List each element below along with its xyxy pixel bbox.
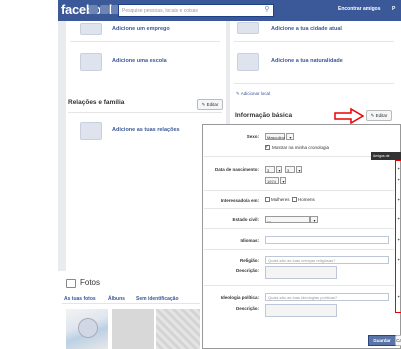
- chevron-down-icon[interactable]: ▾: [276, 166, 282, 173]
- basic-info-heading: Informação básica: [235, 112, 293, 119]
- women-label: Mulheres: [271, 197, 290, 202]
- divider: [204, 285, 394, 286]
- photo-thumbnail[interactable]: [112, 309, 154, 349]
- friend-requests-icon[interactable]: [89, 5, 98, 14]
- privacy-icon[interactable]: ✦: [397, 177, 400, 182]
- men-checkbox[interactable]: [292, 197, 297, 202]
- chevron-down-icon[interactable]: ▾: [280, 177, 286, 184]
- search-icon[interactable]: ⚲: [262, 5, 272, 15]
- interested-in-label: Interessado/a em:: [220, 198, 259, 203]
- privacy-icon[interactable]: ✦: [397, 166, 400, 171]
- divider: [204, 249, 394, 250]
- find-friends-link[interactable]: Encontrar amigos: [338, 6, 381, 12]
- politics-input[interactable]: Quais são as tuas ideologias políticas?: [265, 293, 389, 301]
- birth-date-label: Data de nascimento:: [214, 167, 259, 172]
- privacy-icon[interactable]: ✦: [397, 294, 400, 299]
- chevron-down-icon[interactable]: ▾: [296, 166, 302, 173]
- privacy-icon[interactable]: ✦: [397, 216, 400, 221]
- add-place-link[interactable]: ✎ Adicionar local: [236, 91, 270, 97]
- messages-icon[interactable]: [100, 5, 109, 14]
- religion-description-textarea[interactable]: [265, 266, 337, 279]
- sex-select[interactable]: Masculino: [265, 133, 285, 140]
- save-button[interactable]: Guardar: [368, 335, 396, 346]
- home-link[interactable]: P: [392, 6, 395, 12]
- civil-status-label: Estado civil:: [232, 217, 259, 222]
- add-school-link[interactable]: Adicione uma escola: [112, 58, 167, 64]
- privacy-icon[interactable]: ✦: [397, 197, 400, 202]
- divider: [204, 208, 394, 209]
- photo-thumbnail[interactable]: [156, 309, 200, 349]
- religion-label: Religião:: [239, 258, 259, 263]
- birth-day-select[interactable]: 3: [265, 166, 275, 173]
- search-input[interactable]: Pesquise pessoas, locais e coisas: [118, 4, 274, 17]
- chevron-down-icon[interactable]: ▾: [310, 216, 318, 223]
- religion-input[interactable]: Quais são as tuas crenças religiosas?: [265, 256, 389, 264]
- heart-icon: [80, 122, 102, 140]
- add-work-link[interactable]: Adicione um emprego: [112, 26, 170, 32]
- divider: [234, 83, 394, 84]
- photos-heading: Fotos: [80, 278, 101, 287]
- cancel-button[interactable]: Ca: [395, 335, 401, 346]
- religion-description-label: Descrição:: [235, 268, 259, 273]
- privacy-dropdown-icon[interactable]: ▾: [286, 133, 294, 140]
- photo-figure: [78, 318, 98, 338]
- checkmark-icon: ✓: [265, 144, 270, 150]
- add-hometown-link[interactable]: Adicione a tua naturalidade: [271, 58, 343, 64]
- relations-heading: Relações e família: [68, 99, 125, 106]
- basic-info-edit-button[interactable]: ✎ Editar: [366, 110, 392, 121]
- birth-month-select[interactable]: 3: [285, 166, 295, 173]
- tab-untagged[interactable]: Sem identificação: [136, 296, 179, 302]
- relations-edit-button[interactable]: ✎ Editar: [197, 99, 223, 110]
- divider: [204, 156, 394, 157]
- men-label: Homens: [298, 197, 315, 202]
- privacy-tooltip: Amigos de amigos: [371, 152, 401, 166]
- tab-your-photos[interactable]: As tuas fotos: [64, 296, 96, 302]
- add-current-city-link[interactable]: Adicione a tua cidade atual: [271, 26, 342, 32]
- work-icon: [80, 23, 102, 35]
- privacy-icon[interactable]: ✦: [397, 257, 400, 262]
- divider: [62, 303, 200, 304]
- divider: [234, 41, 394, 42]
- tab-albums[interactable]: Álbuns: [108, 296, 125, 302]
- school-icon: [80, 53, 102, 71]
- divider: [204, 190, 394, 191]
- divider: [204, 228, 394, 229]
- politics-label: Ideologia política:: [220, 295, 259, 300]
- languages-input[interactable]: [265, 236, 389, 244]
- divider: [70, 41, 220, 42]
- birth-year-select[interactable]: 1974: [265, 177, 279, 184]
- city-icon: [237, 22, 259, 34]
- red-arrow-icon: [334, 108, 364, 124]
- women-checkbox[interactable]: [265, 197, 270, 202]
- show-timeline-label: Mostrar na minha cronologia: [272, 145, 330, 150]
- civil-status-select[interactable]: ---: [265, 216, 310, 223]
- politics-description-textarea[interactable]: [265, 304, 337, 317]
- add-relations-link[interactable]: Adicione as tuas relações: [112, 127, 180, 133]
- divider: [68, 112, 222, 113]
- hometown-icon: [237, 53, 259, 71]
- photos-icon: [66, 279, 76, 288]
- privacy-icon[interactable]: ✦: [397, 237, 400, 242]
- languages-label: Idiomas:: [240, 238, 259, 243]
- sex-label: Sexo:: [246, 134, 259, 139]
- politics-description-label: Descrição:: [235, 306, 259, 311]
